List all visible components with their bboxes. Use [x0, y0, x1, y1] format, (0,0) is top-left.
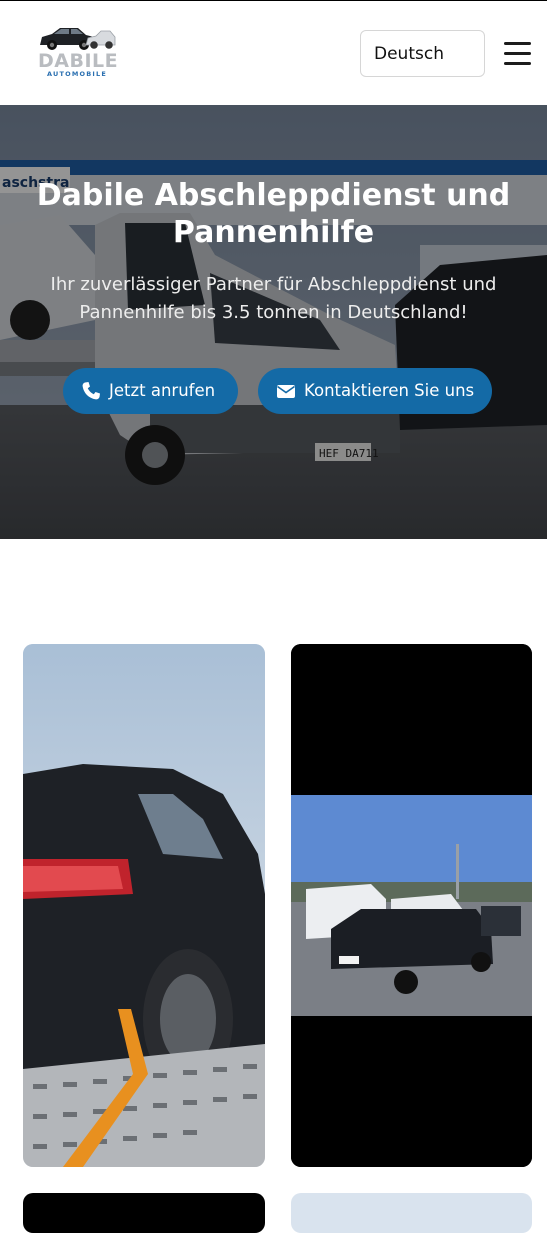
site-header: DABILE AUTOMOBILE Deutsch	[0, 1, 547, 105]
hero-section: aschstra HEF DA711 Dabile Abschleppdiens…	[0, 105, 547, 539]
gallery-image-4[interactable]	[291, 1193, 532, 1233]
logo-cars-icon	[40, 28, 116, 50]
call-now-button[interactable]: Jetzt anrufen	[63, 368, 238, 414]
dabile-logo[interactable]: DABILE AUTOMOBILE	[38, 23, 119, 83]
hero-title: Dabile Abschleppdienst und Pannenhilfe	[36, 178, 511, 250]
contact-us-button[interactable]: Kontaktieren Sie uns	[258, 368, 492, 414]
call-now-label: Jetzt anrufen	[109, 381, 216, 400]
language-select[interactable]: Deutsch	[360, 30, 485, 77]
gallery-image-3[interactable]	[23, 1193, 265, 1233]
hero-subtitle: Ihr zuverlässiger Partner für Abschleppd…	[50, 274, 497, 323]
audi-on-tow-truck-photo	[23, 644, 265, 1167]
gallery-image-1[interactable]	[23, 644, 265, 1167]
contact-us-label: Kontaktieren Sie uns	[304, 381, 475, 400]
logo-name: DABILE	[38, 50, 119, 72]
envelope-icon	[277, 385, 295, 398]
gallery-image-2[interactable]	[291, 644, 532, 1167]
phone-icon	[82, 382, 100, 400]
language-select-value: Deutsch	[374, 44, 444, 64]
bmw-and-tow-van-photo	[291, 644, 532, 1167]
logo-tagline: AUTOMOBILE	[46, 70, 108, 78]
hamburger-menu-icon[interactable]	[503, 41, 533, 67]
